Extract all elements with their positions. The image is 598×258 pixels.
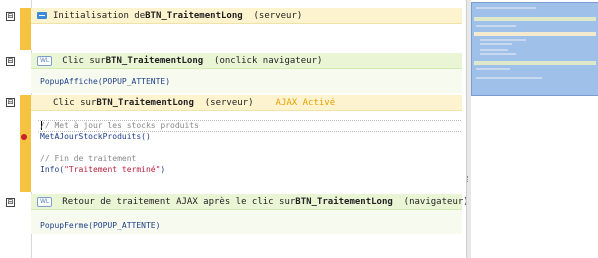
section-header-clic-navigateur: WL Clic sur BTN_TraitementLong (onclick … xyxy=(31,53,462,69)
control-name: BTN_TraitementLong xyxy=(105,55,204,66)
collapse-toggle[interactable]: ⊟ xyxy=(6,98,15,107)
code-fn: ) xyxy=(160,165,166,174)
code-editor[interactable]: ⊟ Initialisation de BTN_TraitementLong (… xyxy=(0,0,469,258)
code-fn: Info( xyxy=(40,165,65,174)
control-name: BTN_TraitementLong xyxy=(145,10,243,21)
code-comment[interactable]: // Met à jour les stocks produits xyxy=(40,121,199,130)
minimap-line xyxy=(476,77,542,79)
minimap-band xyxy=(474,61,596,65)
code-minimap[interactable] xyxy=(471,2,598,96)
breakpoint-icon[interactable] xyxy=(21,134,27,140)
control-name: BTN_TraitementLong xyxy=(295,196,393,207)
wl-browser-icon: WL xyxy=(37,55,53,66)
server-code-icon xyxy=(37,12,47,19)
code-line[interactable]: MetAJourStockProduits() xyxy=(40,132,151,141)
section-event: (navigateur) xyxy=(403,196,469,207)
server-section-bar xyxy=(20,8,31,50)
collapse-toggle[interactable]: ⊟ xyxy=(6,12,15,21)
minimap-line xyxy=(476,68,510,70)
control-name: BTN_TraitementLong xyxy=(96,97,194,108)
minimap-band xyxy=(474,32,596,36)
code-line[interactable]: PopupFerme(POPUP_ATTENTE) xyxy=(40,221,160,230)
wl-browser-icon: WL xyxy=(37,196,53,207)
splitter-grip[interactable] xyxy=(467,176,470,182)
section-header-init: Initialisation de BTN_TraitementLong (se… xyxy=(31,8,462,24)
section-title: Clic sur xyxy=(62,55,106,66)
section-title: Initialisation de xyxy=(53,10,146,21)
minimap-line xyxy=(480,39,526,41)
minimap-line xyxy=(480,49,508,51)
section-body-init[interactable] xyxy=(31,24,462,50)
minimap-band xyxy=(474,17,596,21)
section-event: (onclick navigateur) xyxy=(214,55,323,66)
collapse-toggle[interactable]: ⊟ xyxy=(6,198,15,207)
section-title: Clic sur xyxy=(53,97,97,108)
code-comment[interactable]: // Fin de traitement xyxy=(40,154,136,163)
minimap-line xyxy=(476,7,536,9)
collapse-toggle[interactable]: ⊟ xyxy=(6,57,15,66)
code-line[interactable]: Info("Traitement terminé") xyxy=(40,165,165,174)
minimap-line xyxy=(476,25,516,27)
minimap-line xyxy=(480,53,516,55)
server-section-bar xyxy=(20,95,31,192)
section-event: (serveur) xyxy=(204,97,254,108)
section-header-retour-ajax: WL Retour de traitement AJAX après le cl… xyxy=(31,194,469,210)
section-title: Retour de traitement AJAX après le clic … xyxy=(62,196,296,207)
minimap-line xyxy=(480,43,512,45)
ajax-status[interactable]: AJAX Activé xyxy=(276,98,336,108)
code-string: "Traitement terminé" xyxy=(64,165,161,174)
code-line[interactable]: PopupAffiche(POPUP_ATTENTE) xyxy=(40,77,170,86)
section-event: (serveur) xyxy=(253,10,303,21)
section-header-clic-serveur: Clic sur BTN_TraitementLong (serveur) AJ… xyxy=(31,95,462,111)
